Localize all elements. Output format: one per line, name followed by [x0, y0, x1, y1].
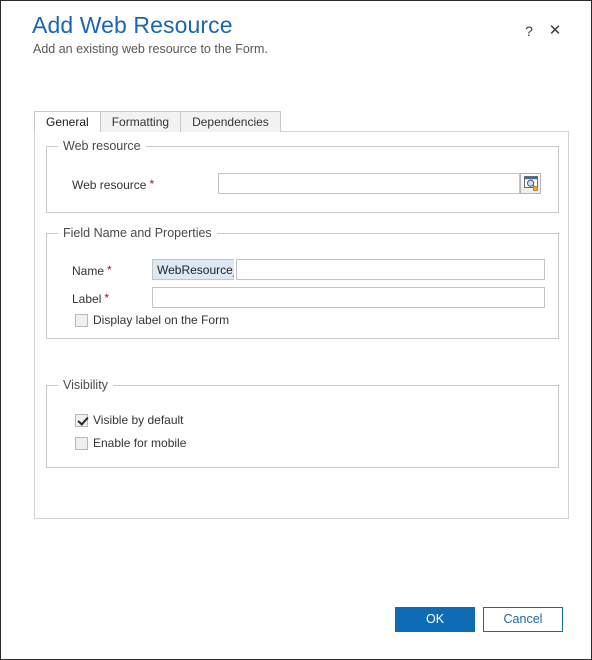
- tab-panel-general: Web resource Web resource * Field Name an…: [34, 131, 569, 519]
- required-marker: *: [104, 291, 110, 305]
- web-resource-input[interactable]: [218, 173, 520, 194]
- tab-strip: General Formatting Dependencies: [34, 111, 281, 132]
- lookup-browse-icon: [524, 176, 538, 191]
- tab-dependencies[interactable]: Dependencies: [180, 111, 281, 132]
- label-label-text: Label: [72, 292, 102, 306]
- fieldset-web-resource: Web resource Web resource *: [46, 139, 559, 213]
- name-prefix-text: WebResource_: [152, 259, 234, 280]
- ok-button[interactable]: OK: [395, 607, 475, 632]
- required-marker: *: [107, 263, 112, 277]
- help-icon[interactable]: ?: [519, 21, 539, 41]
- fieldset-legend-visibility: Visibility: [58, 378, 113, 392]
- name-label-text: Name: [72, 264, 105, 278]
- name-input[interactable]: [236, 259, 545, 280]
- label-label: Label *: [72, 292, 109, 306]
- cancel-button[interactable]: Cancel: [483, 607, 563, 632]
- fieldset-legend-web-resource: Web resource: [58, 139, 146, 153]
- tab-general[interactable]: General: [34, 111, 101, 132]
- checkbox-box: [75, 413, 88, 427]
- label-input[interactable]: [152, 287, 545, 308]
- fieldset-legend-field-name-and-properties: Field Name and Properties: [58, 226, 217, 240]
- name-label: Name *: [72, 264, 112, 278]
- web-resource-label: Web resource *: [72, 178, 154, 192]
- close-icon[interactable]: ✕: [545, 21, 565, 41]
- web-resource-label-text: Web resource: [72, 178, 147, 192]
- tab-formatting[interactable]: Formatting: [99, 111, 182, 132]
- required-marker: *: [149, 177, 155, 191]
- enable-for-mobile-label: Enable for mobile: [93, 436, 187, 450]
- dialog-footer: OK Cancel: [1, 589, 591, 659]
- page-subtitle: Add an existing web resource to the Form…: [33, 42, 268, 56]
- enable-for-mobile-checkbox[interactable]: Enable for mobile: [75, 436, 186, 450]
- checkbox-box: [75, 436, 88, 450]
- lookup-browse-button[interactable]: [520, 173, 541, 194]
- visible-by-default-checkbox[interactable]: Visible by default: [75, 413, 184, 427]
- visible-by-default-label: Visible by default: [93, 413, 184, 427]
- page-title: Add Web Resource: [32, 12, 233, 38]
- display-label-checkbox[interactable]: Display label on the Form: [75, 313, 229, 327]
- display-label-checkbox-label: Display label on the Form: [93, 313, 230, 327]
- fieldset-field-name-and-properties: Field Name and Properties Name * WebResou…: [46, 226, 559, 339]
- add-web-resource-dialog: Add Web Resource Add an existing web res…: [0, 0, 592, 660]
- tab-panel-seam: [35, 131, 95, 132]
- dialog-header: Add Web Resource Add an existing web res…: [1, 1, 591, 67]
- checkbox-box: [75, 313, 88, 327]
- fieldset-visibility: Visibility Visible by default Enable for…: [46, 378, 559, 468]
